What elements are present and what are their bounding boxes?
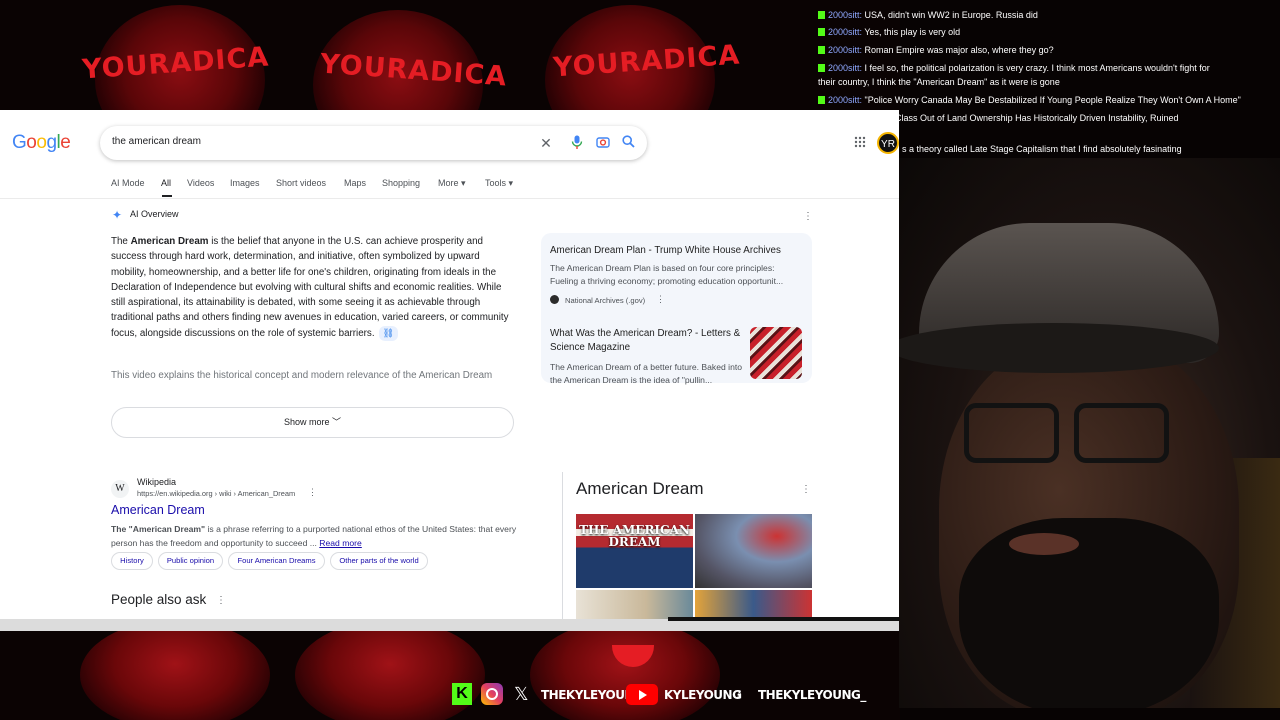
more-options-icon[interactable]: ⋮	[308, 487, 317, 498]
tab-tools[interactable]: Tools ▾	[485, 178, 513, 189]
tab-all[interactable]: All	[161, 178, 171, 188]
active-tab-indicator	[162, 195, 172, 197]
chat-message-continued: their country, I think the "American Dre…	[818, 77, 1060, 87]
kick-badge-icon	[818, 64, 825, 72]
source-thumbnail[interactable]	[750, 327, 802, 379]
site-favicon-icon	[550, 295, 559, 304]
chip-four-american-dreams[interactable]: Four American Dreams	[228, 552, 325, 570]
webcam-cap-brim	[899, 323, 1219, 373]
overlay-logo-bottom-center	[295, 620, 485, 720]
fade-mask	[100, 382, 520, 402]
lens-camera-icon[interactable]	[595, 135, 611, 151]
chat-message: 2000sitt: Yes, this play is very old	[818, 26, 1278, 38]
search-icon[interactable]	[620, 135, 636, 151]
logo-letter: o	[36, 132, 47, 153]
knowledge-panel-title: American Dream	[576, 479, 704, 498]
link-icon[interactable]: ⛓	[378, 325, 398, 342]
tab-maps[interactable]: Maps	[344, 178, 366, 188]
tab-ai-mode[interactable]: AI Mode	[111, 178, 145, 188]
tab-videos[interactable]: Videos	[187, 178, 214, 188]
chat-message: 2000sitt: "Police Worry Canada May Be De…	[818, 94, 1278, 106]
ai-overview-label: AI Overview	[130, 209, 179, 219]
chip-public-opinion[interactable]: Public opinion	[158, 552, 223, 570]
source-title[interactable]: American Dream Plan - Trump White House …	[550, 244, 805, 258]
chevron-down-icon: ﹀	[332, 417, 342, 427]
logo-letter: g	[46, 132, 57, 153]
kick-badge-icon	[818, 46, 825, 54]
clear-icon[interactable]: ✕	[538, 135, 554, 151]
google-logo[interactable]: Google	[12, 132, 71, 154]
logo-letter: G	[12, 132, 27, 153]
chat-message: 2000sitt: I feel so, the political polar…	[818, 62, 1278, 74]
source-title[interactable]: What Was the American Dream? - Letters &…	[550, 327, 745, 355]
more-options-icon[interactable]: ⋮	[801, 484, 811, 495]
tiktok-icon: ♪	[735, 686, 743, 703]
horizontal-scrollbar[interactable]	[668, 617, 899, 621]
chat-message-partial: g A Class Out of Land Ownership Has Hist…	[880, 113, 1179, 123]
webcam-glasses-right	[1074, 403, 1169, 463]
webcam-glasses-left	[964, 403, 1059, 463]
tab-short-videos[interactable]: Short videos	[276, 178, 326, 188]
more-options-icon[interactable]: ⋮	[803, 211, 813, 222]
show-more-button[interactable]: Show more ﹀	[111, 407, 514, 438]
microphone-icon[interactable]	[569, 135, 585, 151]
overlay-logo-bottom-left	[80, 620, 270, 720]
kick-badge-icon	[818, 11, 825, 19]
kick-logo-icon: K	[452, 683, 472, 705]
browser-window: Google the american dream ✕ YR AI Mode A…	[0, 110, 899, 619]
people-also-ask-heading: People also ask	[111, 592, 207, 607]
tab-shopping[interactable]: Shopping	[382, 178, 420, 188]
result-snippet: The "American Dream" is a phrase referri…	[111, 524, 517, 548]
chat-message: 2000sitt: Roman Empire was major also, w…	[818, 44, 1278, 56]
chip-other-parts[interactable]: Other parts of the world	[330, 552, 428, 570]
webcam-beard	[959, 518, 1219, 708]
header-divider	[0, 198, 899, 199]
youtube-icon	[626, 684, 658, 705]
overlay-logo-bottom-right	[530, 620, 720, 720]
tab-more[interactable]: More ▾	[438, 178, 466, 189]
result-url[interactable]: https://en.wikipedia.org › wiki › Americ…	[137, 489, 295, 498]
knowledge-panel-divider	[562, 472, 563, 619]
source-site: National Archives (.gov)	[565, 296, 646, 305]
more-options-icon[interactable]: ⋮	[656, 294, 665, 305]
search-box[interactable]: the american dream ✕	[100, 126, 647, 160]
webcam-feed	[899, 158, 1280, 708]
read-more-link[interactable]: Read more	[319, 538, 362, 548]
account-avatar[interactable]: YR	[877, 132, 899, 154]
source-description: The American Dream of a better future. B…	[550, 362, 743, 385]
kick-badge-icon	[818, 96, 825, 104]
logo-letter: e	[60, 132, 71, 153]
chip-history[interactable]: History	[111, 552, 153, 570]
chat-message: 2000sitt: USA, didn't win WW2 in Europe.…	[818, 9, 1278, 21]
instagram-icon	[481, 683, 503, 705]
more-options-icon[interactable]: ⋮	[216, 595, 226, 606]
result-site-name[interactable]: Wikipedia	[137, 477, 176, 487]
knowledge-panel-image[interactable]: THE AMERICAN DREAM	[576, 514, 693, 588]
kick-badge-icon	[818, 28, 825, 36]
webcam-mouth	[1009, 533, 1079, 555]
chat-message-partial: s a theory called Late Stage Capitalism …	[902, 144, 1182, 154]
ai-overview-text: The American Dream is the belief that an…	[111, 234, 511, 342]
result-title-link[interactable]: American Dream	[111, 503, 205, 517]
x-logo-icon: 𝕏	[514, 684, 529, 704]
youtube-handle: KYLEYOUNG	[664, 688, 742, 702]
ai-sparkle-icon: ✦	[112, 208, 123, 222]
wikipedia-favicon-icon: W	[111, 480, 129, 498]
image-caption: THE AMERICAN DREAM	[579, 523, 690, 549]
knowledge-panel-image[interactable]	[695, 514, 812, 588]
knowledge-panel-image[interactable]	[576, 590, 693, 619]
logo-letter: o	[26, 132, 37, 153]
source-description: The American Dream Plan is based on four…	[550, 263, 784, 286]
search-input[interactable]: the american dream	[112, 136, 201, 147]
tiktok-handle: THEKYLEYOUNG_	[758, 688, 866, 702]
tab-images[interactable]: Images	[230, 178, 260, 188]
knowledge-panel-image[interactable]	[695, 590, 812, 619]
apps-grid-icon[interactable]	[854, 136, 868, 150]
